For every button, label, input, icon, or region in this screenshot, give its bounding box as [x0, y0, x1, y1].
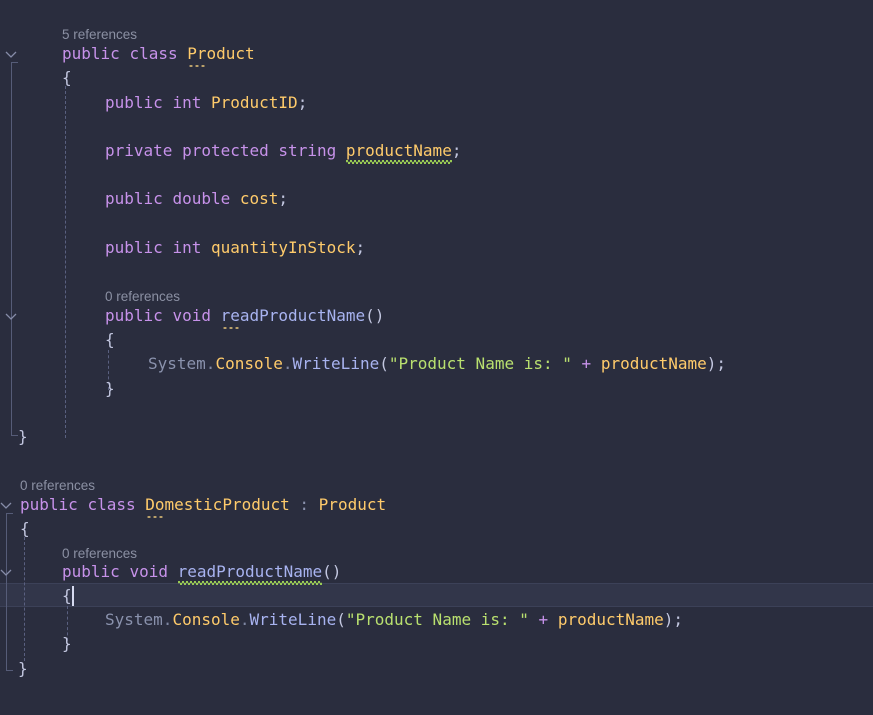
code-line-16: }	[18, 425, 28, 449]
paren-close: )	[663, 610, 674, 629]
keyword-double: double	[172, 189, 231, 208]
dot: .	[162, 610, 173, 629]
string-literal-message: "Product Name is: "	[388, 354, 572, 373]
code-line-22: System.Console.WriteLine("Product Name i…	[105, 608, 683, 632]
code-line-11: public void readProductName()	[105, 304, 384, 328]
code-line-5: private protected string productName;	[105, 139, 461, 163]
code-line-13: System.Console.WriteLine("Product Name i…	[148, 352, 726, 376]
field-quantity-in-stock: quantityInStock	[210, 238, 356, 257]
fold-region-read-product-name	[11, 325, 12, 395]
type-console: Console	[215, 354, 283, 373]
keyword-public: public	[20, 495, 78, 514]
base-type-product: Product	[318, 495, 387, 514]
brace-open-product-class: {	[62, 68, 72, 87]
current-line-highlight	[0, 583, 873, 608]
semicolon: ;	[355, 238, 366, 257]
type-name-product[interactable]: Product	[187, 44, 254, 63]
paren-open: (	[322, 562, 332, 581]
inheritance-colon: :	[299, 495, 310, 514]
code-line-7: public double cost;	[105, 187, 288, 211]
fold-region-domestic-read-product-name	[6, 581, 7, 651]
brace-close-domestic-class: }	[18, 659, 28, 678]
dot: .	[205, 354, 216, 373]
keyword-string: string	[278, 141, 337, 160]
string-literal-message: "Product Name is: "	[345, 610, 529, 629]
code-line-1: public class Product	[62, 42, 255, 66]
dot: .	[239, 610, 250, 629]
fold-chevron-product-class[interactable]	[2, 45, 20, 63]
paren-open: (	[379, 354, 389, 373]
code-line-20: public void readProductName()	[62, 560, 341, 584]
code-line-14: }	[105, 377, 115, 401]
paren-open: (	[365, 306, 375, 325]
indent-guide-domestic-body	[24, 537, 25, 661]
type-name-domestic-product[interactable]: DomesticProduct	[145, 495, 290, 514]
code-line-2: {	[62, 66, 72, 90]
semicolon: ;	[716, 354, 727, 373]
text-caret	[72, 586, 74, 606]
indent-guide-product-body	[65, 86, 66, 438]
operator-plus: +	[538, 610, 549, 629]
method-write-line: WriteLine	[292, 354, 380, 373]
keyword-public: public	[62, 44, 120, 63]
namespace-system: System	[105, 610, 163, 629]
brace-open-method: {	[105, 330, 115, 349]
paren-open: (	[336, 610, 346, 629]
field-product-name-ref: productName	[557, 610, 664, 629]
paren-close: )	[331, 562, 342, 581]
keyword-public: public	[105, 306, 163, 325]
keyword-private: private	[105, 141, 173, 160]
fold-chevron-domestic-product-class[interactable]	[0, 496, 15, 514]
keyword-public: public	[105, 238, 163, 257]
code-line-12: {	[105, 328, 115, 352]
field-cost: cost	[239, 189, 279, 208]
brace-open-domestic-class: {	[20, 519, 30, 538]
semicolon: ;	[278, 189, 289, 208]
brace-close-domestic-method: }	[62, 634, 72, 653]
code-line-18: public class DomesticProduct : Product	[20, 493, 386, 517]
keyword-class: class	[129, 44, 178, 63]
keyword-int: int	[172, 238, 202, 257]
field-product-name: productName	[345, 141, 452, 160]
method-write-line: WriteLine	[249, 610, 337, 629]
code-line-19: {	[20, 517, 30, 541]
fold-chevron-domestic-read-product-name[interactable]	[0, 563, 15, 581]
code-line-23: }	[62, 632, 72, 656]
code-editor[interactable]: 5 references public class Product { publ…	[0, 0, 873, 715]
method-name-read-product-name[interactable]: readProductName	[221, 306, 366, 325]
semicolon: ;	[673, 610, 684, 629]
method-name-domestic-read-product-name[interactable]: readProductName	[178, 562, 323, 581]
code-line-3: public int ProductID;	[105, 91, 307, 115]
semicolon: ;	[451, 141, 462, 160]
paren-close: )	[706, 354, 717, 373]
keyword-protected: protected	[182, 141, 269, 160]
fold-chevron-read-product-name[interactable]	[2, 307, 20, 325]
keyword-class: class	[87, 495, 136, 514]
dot: .	[282, 354, 293, 373]
brace-close-method: }	[105, 379, 115, 398]
keyword-void: void	[172, 306, 211, 325]
keyword-public: public	[105, 189, 163, 208]
namespace-system: System	[148, 354, 206, 373]
brace-close-product-class: }	[18, 427, 28, 446]
code-line-21: {	[62, 584, 72, 608]
type-console: Console	[172, 610, 240, 629]
brace-open-domestic-method: {	[62, 586, 72, 605]
code-line-9: public int quantityInStock;	[105, 236, 365, 260]
keyword-void: void	[129, 562, 168, 581]
operator-plus: +	[581, 354, 592, 373]
field-product-name-ref: productName	[600, 354, 707, 373]
code-line-24: }	[18, 657, 28, 681]
paren-close: )	[374, 306, 385, 325]
keyword-int: int	[172, 93, 202, 112]
keyword-public: public	[105, 93, 163, 112]
semicolon: ;	[297, 93, 308, 112]
keyword-public: public	[62, 562, 120, 581]
field-product-id: ProductID	[210, 93, 298, 112]
